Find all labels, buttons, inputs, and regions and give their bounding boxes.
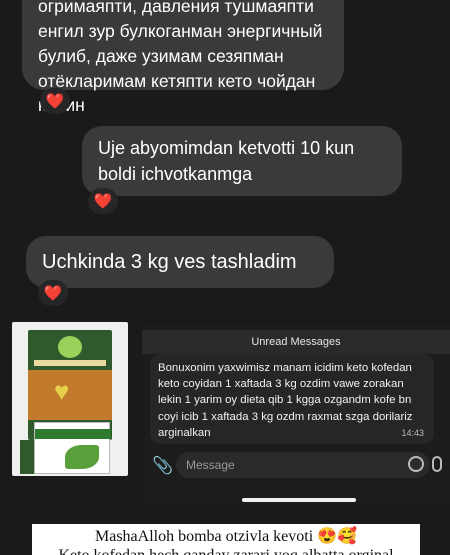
brand-logo-icon (58, 336, 82, 358)
review-message-text: Bonuxonim yaxwimisz manam icidim keto ko… (158, 362, 413, 439)
side-box (20, 440, 34, 474)
heart-reaction-icon[interactable]: ❤️ (38, 280, 68, 306)
paperclip-icon[interactable]: 📎 (152, 456, 173, 476)
sticker-icon[interactable] (408, 456, 424, 472)
message-bubble-low: Uchkinda 3 kg ves tashladim (26, 236, 334, 288)
heart-reaction-icon[interactable]: ❤️ (88, 188, 118, 214)
message-input[interactable]: Message (176, 452, 430, 478)
message-text-mid: Uje abyomimdan ketvotti 10 kun boldi ich… (98, 138, 355, 184)
message-composer: 📎 Message (142, 452, 450, 480)
message-timestamp: 14:43 (401, 428, 424, 439)
review-message-bubble: Bonuxonim yaxwimisz manam icidim keto ko… (150, 354, 434, 444)
green-tea-box (34, 422, 111, 474)
leaf-icon (65, 445, 99, 469)
unread-divider: Unread Messages (142, 330, 450, 354)
caption-line-1: MashaAlloh bomba otzivla kevoti 😍🥰 (94, 528, 358, 545)
message-bubble-top: огримаяпти, давления тушмаяпти енгил зур… (22, 0, 344, 115)
message-text-top: огримаяпти, давления тушмаяпти енгил зур… (38, 0, 323, 115)
heart-reaction-icon[interactable]: ❤️ (40, 88, 70, 114)
coffee-heart-icon: ♥ (54, 376, 70, 406)
message-bubble-mid: Uje abyomimdan ketvotti 10 kun boldi ich… (82, 126, 402, 196)
home-indicator (242, 498, 356, 502)
product-photo[interactable]: ♥ (12, 322, 128, 476)
caption-banner: MashaAlloh bomba otzivla kevoti 😍🥰 Keto … (32, 524, 420, 555)
caption-line-2: Keto kofedan hech qanday zarari yoq alba… (32, 546, 420, 555)
message-text-low: Uchkinda 3 kg ves tashladim (42, 251, 297, 273)
microphone-icon[interactable] (432, 456, 442, 472)
